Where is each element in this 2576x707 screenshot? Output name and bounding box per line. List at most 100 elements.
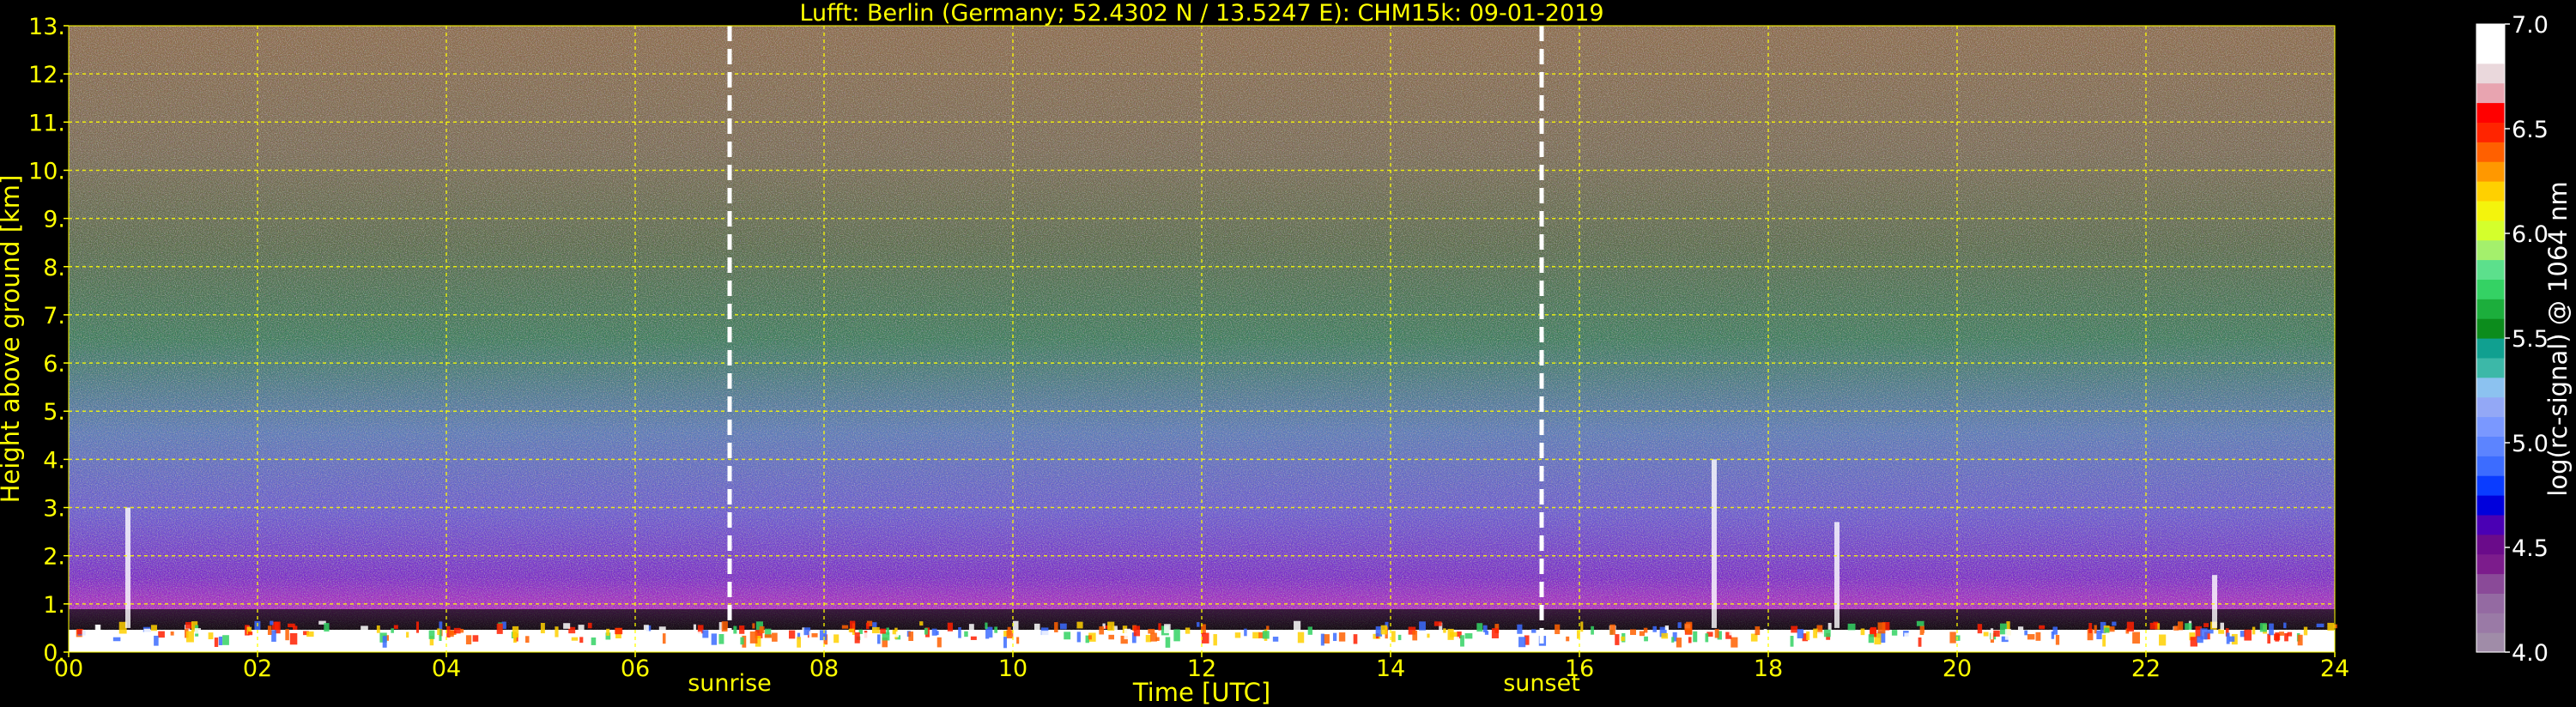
signal-speck xyxy=(1677,622,1682,628)
signal-speck xyxy=(289,632,298,645)
signal-speck xyxy=(1419,621,1426,631)
signal-speck xyxy=(841,625,849,629)
signal-speck xyxy=(449,630,454,638)
signal-speck xyxy=(1621,636,1625,642)
signal-speck xyxy=(892,629,896,635)
signal-speck xyxy=(811,633,818,638)
signal-speck xyxy=(2203,623,2209,627)
signal-speck xyxy=(970,636,977,640)
colorbar-segments xyxy=(2476,24,2505,653)
signal-speck xyxy=(1977,624,1983,634)
signal-speck xyxy=(453,627,461,634)
signal-speck xyxy=(662,633,666,644)
signal-speck xyxy=(1806,631,1810,641)
signal-speck xyxy=(721,621,728,632)
y-axis-label: Height above ground [km] xyxy=(0,175,25,504)
colorbar-segment xyxy=(2476,200,2505,221)
signal-speck xyxy=(1993,630,2000,637)
colorbar-segment xyxy=(2476,514,2505,535)
ceilometer-chart: sunrise sunset Lufft: Berlin (Germany; 52… xyxy=(0,0,2573,707)
signal-speck xyxy=(1148,628,1155,634)
signal-speck xyxy=(1688,637,1692,644)
y-tick-label: 1. xyxy=(43,592,65,619)
colorbar-segment xyxy=(2476,416,2505,437)
signal-speck xyxy=(578,625,585,633)
signal-speck xyxy=(985,622,988,629)
signal-speck xyxy=(1338,632,1346,642)
signal-speck xyxy=(214,638,219,648)
signal-speck xyxy=(2104,627,2110,633)
signal-speck xyxy=(1491,628,1499,638)
signal-speck xyxy=(1693,631,1698,643)
signal-speck xyxy=(1580,621,1584,632)
signal-speck xyxy=(2035,631,2041,641)
signal-speck xyxy=(437,628,440,636)
x-tick-label: 22 xyxy=(2131,656,2161,682)
signal-speck xyxy=(615,627,623,635)
signal-speck xyxy=(1464,633,1473,639)
signal-speck xyxy=(1817,631,1823,638)
signal-speck xyxy=(2004,629,2012,640)
signal-speck xyxy=(1449,631,1458,638)
signal-speck xyxy=(1391,631,1396,643)
signal-speck xyxy=(1185,627,1191,634)
signal-speck xyxy=(1949,631,1956,644)
signal-speck xyxy=(306,631,314,638)
signal-speck xyxy=(285,629,289,641)
signal-speck xyxy=(391,628,394,633)
signal-speck xyxy=(1197,622,1200,627)
y-tick-label: 6. xyxy=(43,351,65,378)
signal-speck xyxy=(2244,629,2252,641)
signal-speck xyxy=(1076,631,1081,643)
signal-speck xyxy=(865,622,870,630)
plot-noise xyxy=(69,26,2335,652)
signal-speck xyxy=(1244,628,1247,637)
signal-speck xyxy=(702,630,709,638)
signal-speck xyxy=(1916,620,1924,626)
signal-speck xyxy=(1763,629,1767,639)
signal-speck xyxy=(1332,632,1337,642)
signal-speck xyxy=(989,637,995,645)
signal-speck xyxy=(1868,634,1875,644)
signal-speck xyxy=(2297,634,2303,646)
signal-speck xyxy=(1294,620,1301,631)
signal-speck xyxy=(848,628,855,632)
colorbar-segment xyxy=(2476,377,2505,398)
signal-speck xyxy=(880,628,886,634)
colorbar-segment xyxy=(2476,63,2505,84)
signal-speck xyxy=(1252,631,1260,639)
colorbar-segment xyxy=(2476,632,2505,653)
signal-speck xyxy=(1791,625,1798,633)
colorbar-segment xyxy=(2476,220,2505,241)
signal-speck xyxy=(739,625,745,634)
signal-speck xyxy=(2102,634,2106,647)
signal-speck xyxy=(146,638,152,644)
signal-speck xyxy=(2316,623,2324,628)
y-tick-label: 9. xyxy=(43,207,65,233)
signal-speck xyxy=(854,632,860,644)
signal-speck xyxy=(143,628,151,638)
signal-speck xyxy=(908,631,914,642)
signal-speck xyxy=(764,634,773,638)
signal-speck xyxy=(2172,636,2177,647)
colorbar-segment xyxy=(2476,613,2505,633)
signal-speck xyxy=(1955,635,1961,641)
signal-column xyxy=(1834,522,1840,628)
colorbar: 4.04.55.05.56.06.57.0 log(rc-signal) @ 1… xyxy=(2476,12,2573,667)
signal-speck xyxy=(1201,632,1209,644)
signal-speck xyxy=(112,637,121,642)
colorbar-segment xyxy=(2476,239,2505,261)
signal-speck xyxy=(1213,634,1217,646)
signal-speck xyxy=(797,637,802,648)
signal-speck xyxy=(496,623,503,634)
colorbar-segment xyxy=(2476,299,2505,319)
signal-speck xyxy=(994,626,998,633)
signal-speck xyxy=(1591,625,1594,635)
signal-speck xyxy=(1433,621,1442,626)
signal-speck xyxy=(587,622,592,629)
signal-speck xyxy=(2269,623,2274,636)
signal-speck xyxy=(1297,631,1305,644)
colorbar-segment xyxy=(2476,396,2505,418)
signal-speck xyxy=(1158,623,1161,631)
y-tick-label: 11. xyxy=(28,110,65,136)
